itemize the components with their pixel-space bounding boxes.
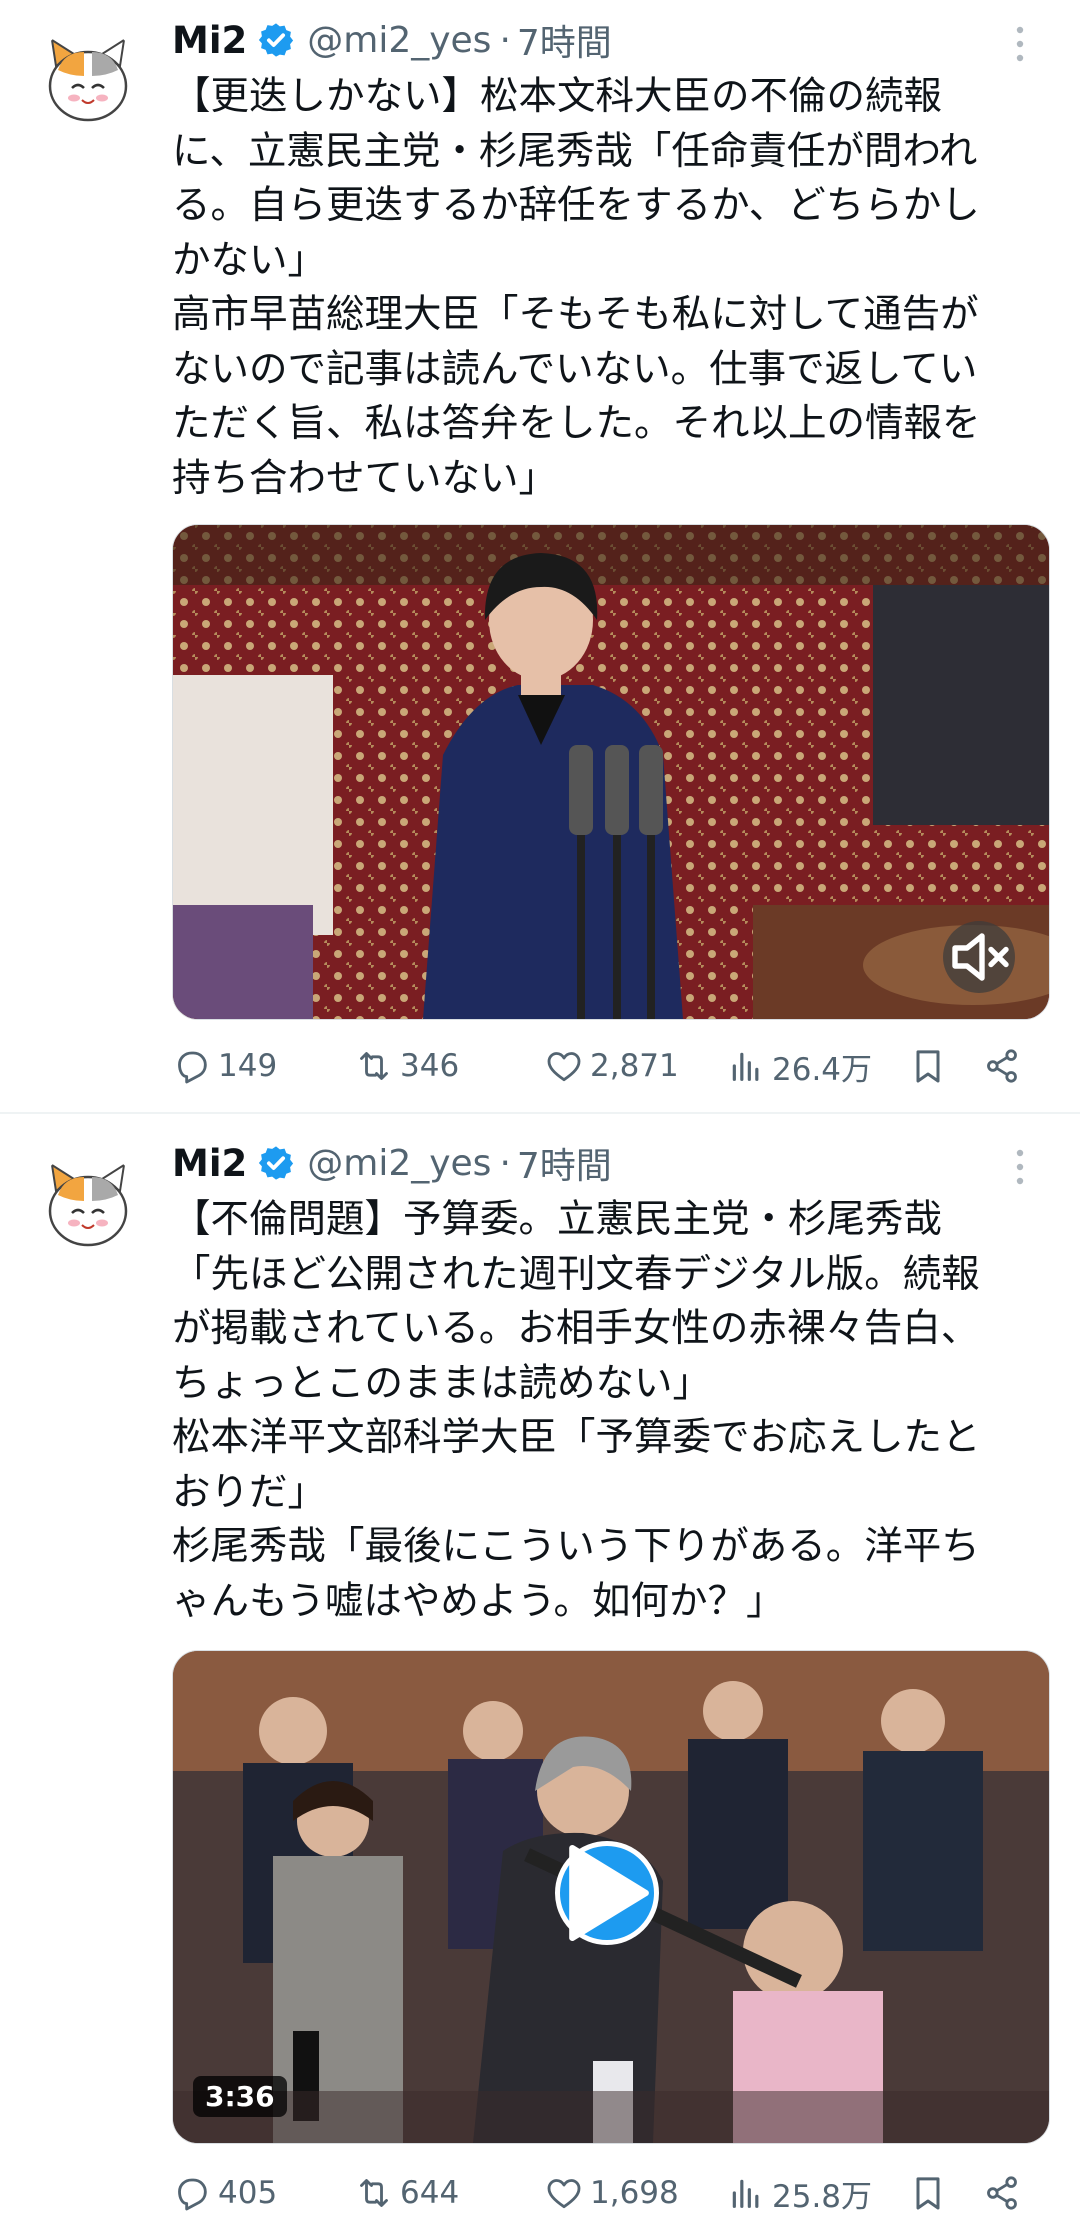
bookmark-icon: [916, 2177, 940, 2210]
tweet-text-line: る。自ら更迭するか辞任をするか、どちらかし: [172, 183, 980, 228]
views-count: 26.4万: [772, 1051, 873, 1088]
reply-button[interactable]: 405: [172, 2165, 277, 2221]
video-frame: [173, 525, 1049, 1019]
reply-count: 149: [218, 1048, 278, 1084]
views-count: 25.8万: [772, 2178, 873, 2215]
bookmark-icon: [916, 1050, 940, 1083]
avatar[interactable]: [34, 1151, 142, 1259]
retweet-icon: [360, 1052, 388, 1080]
tweet-text-line: ゃんもう嘘はやめよう。如何か？」: [172, 1578, 785, 1624]
tweet-text-line: 「先ほど公開された週刊文春デジタル版。続報: [172, 1251, 980, 1297]
retweet-count: 644: [400, 2175, 460, 2211]
tweet-text-line: 杉尾秀哉「最後にこういう下りがある。洋平ち: [172, 1524, 980, 1569]
retweet-icon: [360, 2179, 388, 2207]
tweet-text-line: に、立憲民主党・杉尾秀哉「任命責任が問われ: [172, 128, 978, 174]
reply-icon: [178, 2178, 207, 2211]
views-button[interactable]: 25.8万: [726, 2165, 872, 2221]
like-count: 2,871: [590, 1048, 679, 1084]
mute-icon: [952, 933, 1009, 981]
tweet[interactable]: Mi2 @mi2_yes · 7時間 【不倫問題】予算委。立憲民主党・杉尾秀哉 …: [0, 1115, 1080, 2237]
video-duration: 3:36: [193, 2076, 287, 2117]
like-count: 1,698: [590, 2175, 679, 2211]
tweet-text: 【不倫問題】予算委。立憲民主党・杉尾秀哉 「先ほど公開された週刊文春デジタル版。…: [172, 1193, 1052, 1629]
separator: ·: [499, 1142, 511, 1184]
reply-count: 405: [218, 2175, 278, 2211]
tweet-header: Mi2 @mi2_yes · 7時間: [172, 14, 612, 66]
heart-icon: [547, 2179, 581, 2209]
tweet-text-line: 高市早苗総理大臣「そもそも私に対して通告が: [172, 292, 979, 337]
author-handle[interactable]: @mi2_yes: [307, 20, 491, 61]
tweet-text-line: 【不倫問題】予算委。立憲民主党・杉尾秀哉: [172, 1197, 943, 1242]
action-bar: 149 346 2,871 26.4万: [172, 1038, 1052, 1094]
tweet-text-line: ないので記事は読んでいない。仕事で返してい: [172, 346, 978, 392]
more-options-icon[interactable]: [1000, 1145, 1040, 1189]
reply-icon: [178, 1051, 207, 1084]
bookmark-button[interactable]: [908, 1038, 948, 1094]
share-button[interactable]: [982, 1038, 1022, 1094]
retweet-count: 346: [400, 1048, 460, 1084]
share-icon: [987, 2176, 1017, 2210]
tweet-text-line: 松本洋平文部科学大臣「予算委でお応えしたと: [172, 1415, 981, 1460]
separator: ·: [499, 19, 511, 61]
tweet[interactable]: Mi2 @mi2_yes · 7時間 【更迭しかない】松本文科大臣の不倫の続報 …: [0, 0, 1080, 1112]
tweet-text-line: が掲載されている。お相手女性の赤裸々告白、: [172, 1306, 980, 1351]
video-player[interactable]: 3:36: [172, 1650, 1050, 2144]
tweet-text: 【更迭しかない】松本文科大臣の不倫の続報 に、立憲民主党・杉尾秀哉「任命責任が問…: [172, 70, 1052, 506]
action-bar: 405 644 1,698 25.8万: [172, 2165, 1052, 2221]
tweet-text-line: かない」: [172, 237, 327, 283]
timestamp[interactable]: 7時間: [517, 14, 612, 66]
divider: [0, 1112, 1080, 1114]
tweet-text-line: ただく旨、私は答弁をした。それ以上の情報を: [172, 401, 981, 446]
views-button[interactable]: 26.4万: [726, 1038, 872, 1094]
timestamp[interactable]: 7時間: [517, 1137, 612, 1189]
play-icon: [569, 1844, 649, 1942]
play-button[interactable]: [555, 1841, 659, 1945]
verified-badge-icon: [259, 1146, 294, 1180]
avatar[interactable]: [34, 26, 142, 134]
video-player[interactable]: [172, 524, 1050, 1020]
retweet-button[interactable]: 346: [354, 1038, 459, 1094]
retweet-button[interactable]: 644: [354, 2165, 459, 2221]
tweet-text-line: 【更迭しかない】松本文科大臣の不倫の続報: [172, 74, 943, 119]
heart-icon: [547, 1052, 581, 1082]
tweet-header: Mi2 @mi2_yes · 7時間: [172, 1137, 612, 1189]
views-chart-icon: [732, 1052, 759, 1081]
mute-button[interactable]: [943, 921, 1015, 993]
share-icon: [987, 1049, 1017, 1083]
author-name[interactable]: Mi2: [172, 1142, 247, 1185]
like-button[interactable]: 1,698: [544, 2165, 679, 2221]
tweet-text-line: おりだ」: [172, 1469, 327, 1515]
tweet-text-line: 持ち合わせていない」: [172, 455, 558, 501]
like-button[interactable]: 2,871: [544, 1038, 679, 1094]
author-name[interactable]: Mi2: [172, 19, 247, 62]
share-button[interactable]: [982, 2165, 1022, 2221]
tweet-text-line: ちょっとこのままは読めない」: [172, 1360, 712, 1406]
reply-button[interactable]: 149: [172, 1038, 277, 1094]
verified-badge-icon: [259, 23, 294, 57]
views-chart-icon: [732, 2179, 759, 2208]
author-handle[interactable]: @mi2_yes: [307, 1143, 491, 1184]
bookmark-button[interactable]: [908, 2165, 948, 2221]
more-options-icon[interactable]: [1000, 22, 1040, 66]
